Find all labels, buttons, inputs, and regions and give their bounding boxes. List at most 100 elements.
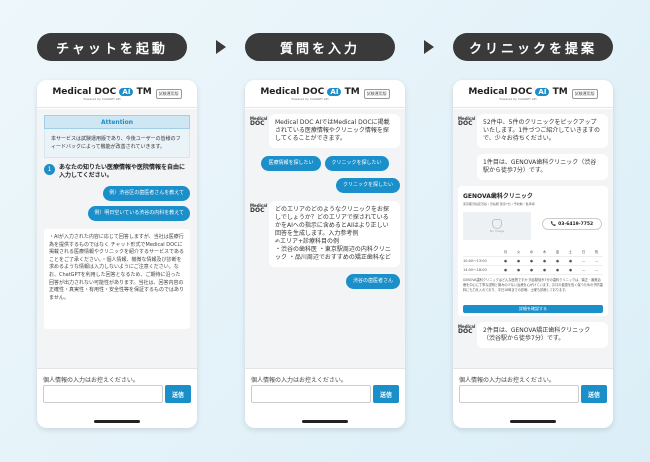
app-logo: Medical DOC AI TM Powered by ChatGPT API bbox=[468, 87, 567, 101]
send-button[interactable]: 送信 bbox=[165, 385, 191, 403]
schedule-row: 14:00〜18:00 ● ● ● ● ● ● — — bbox=[463, 266, 603, 275]
schedule-cell: ● bbox=[503, 268, 508, 272]
clinic-image: No Image bbox=[463, 212, 531, 240]
phone-screen-suggestion: Medical DOC AI TM Powered by ChatGPT API… bbox=[453, 80, 613, 428]
input-footer: 個人情報の入力はお控えください。 送信 bbox=[37, 368, 197, 428]
trial-badge: 試験運用版 bbox=[571, 88, 598, 99]
disclaimer-text: ・AIが入力された内容に応じて回答しますが、当社は医療行為を提供するものではなく… bbox=[44, 229, 190, 329]
attention-title: Attention bbox=[44, 115, 190, 129]
trial-badge: 試験運用版 bbox=[155, 88, 182, 99]
schedule-cell: ● bbox=[516, 259, 521, 263]
schedule-cell: ● bbox=[529, 268, 534, 272]
schedule-cell: ● bbox=[516, 268, 521, 272]
bot-avatar: Medical DOC bbox=[458, 322, 475, 348]
home-indicator bbox=[302, 420, 348, 423]
schedule-cell: ● bbox=[503, 259, 508, 263]
chat-area: Attention 本サービスは試験運用版であり、今後ユーザーの皆様のフィードバ… bbox=[37, 109, 197, 368]
trial-badge: 試験運用版 bbox=[363, 88, 390, 99]
clinic-name[interactable]: GENOVA歯科クリニック bbox=[463, 191, 603, 200]
day-label: 金 bbox=[555, 249, 560, 254]
tooth-icon bbox=[492, 219, 502, 229]
user-message: クリニックを探したい bbox=[335, 178, 400, 193]
schedule-cell: ● bbox=[568, 268, 573, 272]
logo-sub: Powered by ChatGPT API bbox=[499, 96, 537, 101]
chat-input[interactable] bbox=[459, 385, 579, 403]
app-logo: Medical DOC AI TM Powered by ChatGPT API bbox=[260, 87, 359, 101]
logo-ai: AI bbox=[535, 87, 550, 96]
phone-screen-question: Medical DOC AI TM Powered by ChatGPT API… bbox=[245, 80, 405, 428]
logo-tm: TM bbox=[344, 86, 360, 97]
logo-ai: AI bbox=[327, 87, 342, 96]
bot-message: 1件目は、GENOVA歯科クリニック（渋谷駅から徒歩7分）です。 bbox=[477, 154, 608, 180]
example-chip-dentist[interactable]: 例）渋谷区の歯医者さんを教えて bbox=[103, 186, 190, 201]
bot-message-row: Medical DOC 52件中、5件のクリニックをピックアップいたします。1件づ… bbox=[453, 114, 613, 148]
schedule-cell: — bbox=[581, 259, 586, 263]
phone-number: 03-6419-7752 bbox=[558, 221, 594, 227]
bot-logo-bottom: DOC bbox=[458, 120, 473, 127]
schedule-cell: ● bbox=[542, 268, 547, 272]
user-message-row: 渋谷の歯医者さん bbox=[245, 274, 405, 289]
schedule-header: 月 火 水 木 金 土 日 祝 bbox=[463, 248, 603, 257]
logo-tm: TM bbox=[136, 86, 152, 97]
step-pill-suggest-clinic: クリニックを提案 bbox=[453, 33, 613, 61]
view-details-button[interactable]: 詳細を確認する bbox=[463, 305, 603, 313]
day-label: 木 bbox=[542, 249, 547, 254]
bot-logo-bottom: DOC bbox=[458, 328, 473, 335]
step-label: チャットを起動 bbox=[56, 41, 168, 57]
clinic-address: 東京都渋谷区渋谷 / 渋谷駅 徒歩7分 / 予約制・駐車場 bbox=[463, 202, 535, 206]
logo-ai: AI bbox=[119, 87, 134, 96]
bot-message: Medical DOC AIではMedical DOCに掲載されている医療情報や… bbox=[269, 114, 400, 148]
bot-logo-bottom: DOC bbox=[250, 120, 265, 127]
option-buttons: 医療情報を探したい クリニックを探したい bbox=[245, 156, 405, 171]
step-label: 質問を入力 bbox=[279, 41, 360, 57]
arrow-icon bbox=[216, 40, 226, 54]
day-label: 火 bbox=[516, 249, 521, 254]
day-label: 祝 bbox=[594, 249, 599, 254]
bot-ask-text: どのエリアのどのようなクリニックをお探しでしょうか？どのエリアで探されているかを… bbox=[275, 206, 390, 237]
bot-logo-bottom: DOC bbox=[250, 207, 265, 214]
input-footer: 個人情報の入力はお控えください。 送信 bbox=[245, 368, 405, 428]
logo-tm: TM bbox=[552, 86, 568, 97]
no-image-label: No Image bbox=[489, 229, 505, 233]
option-clinic-button[interactable]: クリニックを探したい bbox=[324, 156, 389, 171]
phone-icon: 📞 bbox=[550, 221, 557, 227]
day-label: 日 bbox=[581, 249, 586, 254]
phone-screen-start: Medical DOC AI TM Powered by ChatGPT API… bbox=[37, 80, 197, 428]
logo-sub: Powered by ChatGPT API bbox=[83, 96, 121, 101]
bot-avatar: Medical DOC bbox=[458, 114, 475, 148]
option-medical-info-button[interactable]: 医療情報を探したい bbox=[261, 156, 321, 171]
logo-text: Medical DOC bbox=[52, 86, 117, 97]
step-pill-launch-chat: チャットを起動 bbox=[37, 33, 187, 61]
logo-text: Medical DOC bbox=[260, 86, 325, 97]
input-footer: 個人情報の入力はお控えください。 送信 bbox=[453, 368, 613, 428]
bot-message: 2件目は、GENOVA矯正歯科クリニック（渋谷駅から徒歩7分）です。 bbox=[477, 322, 608, 348]
user-message: 渋谷の歯医者さん bbox=[345, 274, 400, 289]
bot-message: 52件中、5件のクリニックをピックアップいたします。1件づつご紹介していきますの… bbox=[477, 114, 608, 148]
send-button[interactable]: 送信 bbox=[581, 385, 607, 403]
send-button[interactable]: 送信 bbox=[373, 385, 399, 403]
schedule-table: 月 火 水 木 金 土 日 祝 10:00〜13:00 ● ● ● ● ● ● bbox=[463, 248, 603, 275]
home-indicator bbox=[94, 420, 140, 423]
bot-example-head: ✍エリア+診療科目の例 bbox=[275, 238, 340, 245]
app-header: Medical DOC AI TM Powered by ChatGPT API… bbox=[37, 80, 197, 108]
question-text: あなたの知りたい医療情報や医院情報を自由に入力してください。 bbox=[59, 164, 186, 179]
day-label: 土 bbox=[568, 249, 573, 254]
bot-message-row: Medical DOC Medical DOC AIではMedical DOCに掲… bbox=[245, 114, 405, 148]
chat-area: Medical DOC 52件中、5件のクリニックをピックアップいたします。1件づ… bbox=[453, 109, 613, 368]
question-number: 1 bbox=[44, 164, 55, 175]
call-button[interactable]: 📞 03-6419-7752 bbox=[542, 218, 602, 230]
bot-message-row: Medical DOC どのエリアのどのようなクリニックをお探しでしょうか？どのエ… bbox=[245, 201, 405, 267]
app-header: Medical DOC AI TM Powered by ChatGPT API… bbox=[453, 80, 613, 108]
time-label: 14:00〜18:00 bbox=[463, 267, 487, 272]
bot-message-row: 1件目は、GENOVA歯科クリニック（渋谷駅から徒歩7分）です。 bbox=[453, 154, 613, 180]
bot-avatar-spacer bbox=[458, 154, 474, 180]
app-header: Medical DOC AI TM Powered by ChatGPT API… bbox=[245, 80, 405, 108]
chat-input[interactable] bbox=[43, 385, 163, 403]
time-label: 10:00〜13:00 bbox=[463, 258, 487, 263]
user-message-row: クリニックを探したい bbox=[245, 178, 405, 193]
day-label: 水 bbox=[529, 249, 534, 254]
bot-examples: ・渋谷の歯科医 ・東京駅周辺の内科クリニック ・品川周辺でおすすめの矯正歯科など bbox=[275, 246, 391, 261]
example-chip-internal[interactable]: 例）明日空いている渋谷の内科を教えて bbox=[88, 206, 190, 221]
chat-input[interactable] bbox=[251, 385, 371, 403]
bot-avatar: Medical DOC bbox=[250, 201, 267, 267]
